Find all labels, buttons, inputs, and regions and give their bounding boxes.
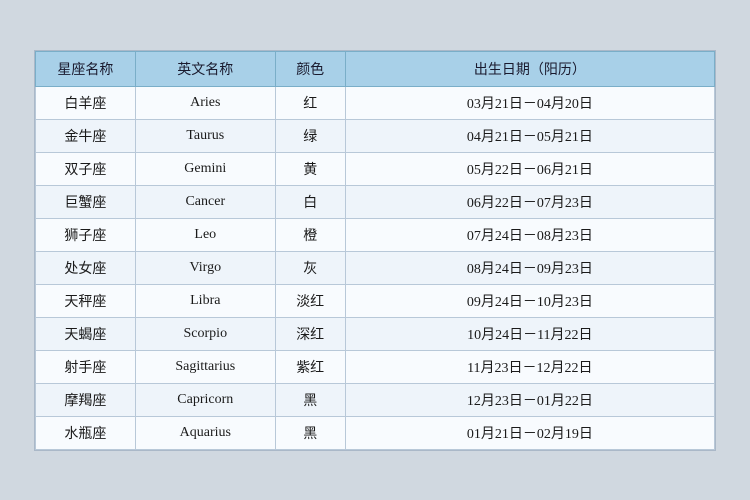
table-header-row: 星座名称 英文名称 颜色 出生日期（阳历） — [36, 51, 715, 86]
cell-color: 白 — [275, 185, 345, 218]
cell-zh: 天蝎座 — [36, 317, 136, 350]
cell-zh: 巨蟹座 — [36, 185, 136, 218]
cell-en: Taurus — [135, 119, 275, 152]
cell-zh: 天秤座 — [36, 284, 136, 317]
cell-zh: 白羊座 — [36, 86, 136, 119]
table-row: 巨蟹座Cancer白06月22日－07月23日 — [36, 185, 715, 218]
cell-date: 11月23日－12月22日 — [345, 350, 714, 383]
table-row: 摩羯座Capricorn黑12月23日－01月22日 — [36, 383, 715, 416]
cell-color: 橙 — [275, 218, 345, 251]
cell-en: Gemini — [135, 152, 275, 185]
cell-color: 红 — [275, 86, 345, 119]
header-date: 出生日期（阳历） — [345, 51, 714, 86]
cell-date: 06月22日－07月23日 — [345, 185, 714, 218]
cell-date: 05月22日－06月21日 — [345, 152, 714, 185]
cell-date: 04月21日－05月21日 — [345, 119, 714, 152]
cell-en: Cancer — [135, 185, 275, 218]
header-zh: 星座名称 — [36, 51, 136, 86]
cell-en: Aquarius — [135, 416, 275, 449]
table-row: 双子座Gemini黄05月22日－06月21日 — [36, 152, 715, 185]
cell-date: 08月24日－09月23日 — [345, 251, 714, 284]
cell-date: 09月24日－10月23日 — [345, 284, 714, 317]
cell-color: 灰 — [275, 251, 345, 284]
cell-en: Aries — [135, 86, 275, 119]
table-row: 天秤座Libra淡红09月24日－10月23日 — [36, 284, 715, 317]
cell-zh: 狮子座 — [36, 218, 136, 251]
cell-color: 绿 — [275, 119, 345, 152]
cell-zh: 摩羯座 — [36, 383, 136, 416]
cell-date: 12月23日－01月22日 — [345, 383, 714, 416]
cell-en: Virgo — [135, 251, 275, 284]
cell-zh: 射手座 — [36, 350, 136, 383]
cell-en: Leo — [135, 218, 275, 251]
cell-date: 01月21日－02月19日 — [345, 416, 714, 449]
table-row: 射手座Sagittarius紫红11月23日－12月22日 — [36, 350, 715, 383]
cell-color: 黄 — [275, 152, 345, 185]
cell-color: 黑 — [275, 416, 345, 449]
cell-en: Sagittarius — [135, 350, 275, 383]
cell-color: 深红 — [275, 317, 345, 350]
table-row: 白羊座Aries红03月21日－04月20日 — [36, 86, 715, 119]
cell-date: 10月24日－11月22日 — [345, 317, 714, 350]
header-en: 英文名称 — [135, 51, 275, 86]
zodiac-table: 星座名称 英文名称 颜色 出生日期（阳历） 白羊座Aries红03月21日－04… — [35, 51, 715, 450]
table-row: 金牛座Taurus绿04月21日－05月21日 — [36, 119, 715, 152]
cell-date: 03月21日－04月20日 — [345, 86, 714, 119]
table-row: 狮子座Leo橙07月24日－08月23日 — [36, 218, 715, 251]
cell-color: 黑 — [275, 383, 345, 416]
header-color: 颜色 — [275, 51, 345, 86]
cell-color: 紫红 — [275, 350, 345, 383]
zodiac-table-container: 星座名称 英文名称 颜色 出生日期（阳历） 白羊座Aries红03月21日－04… — [34, 50, 716, 451]
cell-en: Capricorn — [135, 383, 275, 416]
cell-en: Scorpio — [135, 317, 275, 350]
table-row: 天蝎座Scorpio深红10月24日－11月22日 — [36, 317, 715, 350]
cell-en: Libra — [135, 284, 275, 317]
table-row: 水瓶座Aquarius黑01月21日－02月19日 — [36, 416, 715, 449]
table-row: 处女座Virgo灰08月24日－09月23日 — [36, 251, 715, 284]
cell-zh: 水瓶座 — [36, 416, 136, 449]
cell-zh: 处女座 — [36, 251, 136, 284]
cell-zh: 双子座 — [36, 152, 136, 185]
cell-zh: 金牛座 — [36, 119, 136, 152]
cell-color: 淡红 — [275, 284, 345, 317]
cell-date: 07月24日－08月23日 — [345, 218, 714, 251]
